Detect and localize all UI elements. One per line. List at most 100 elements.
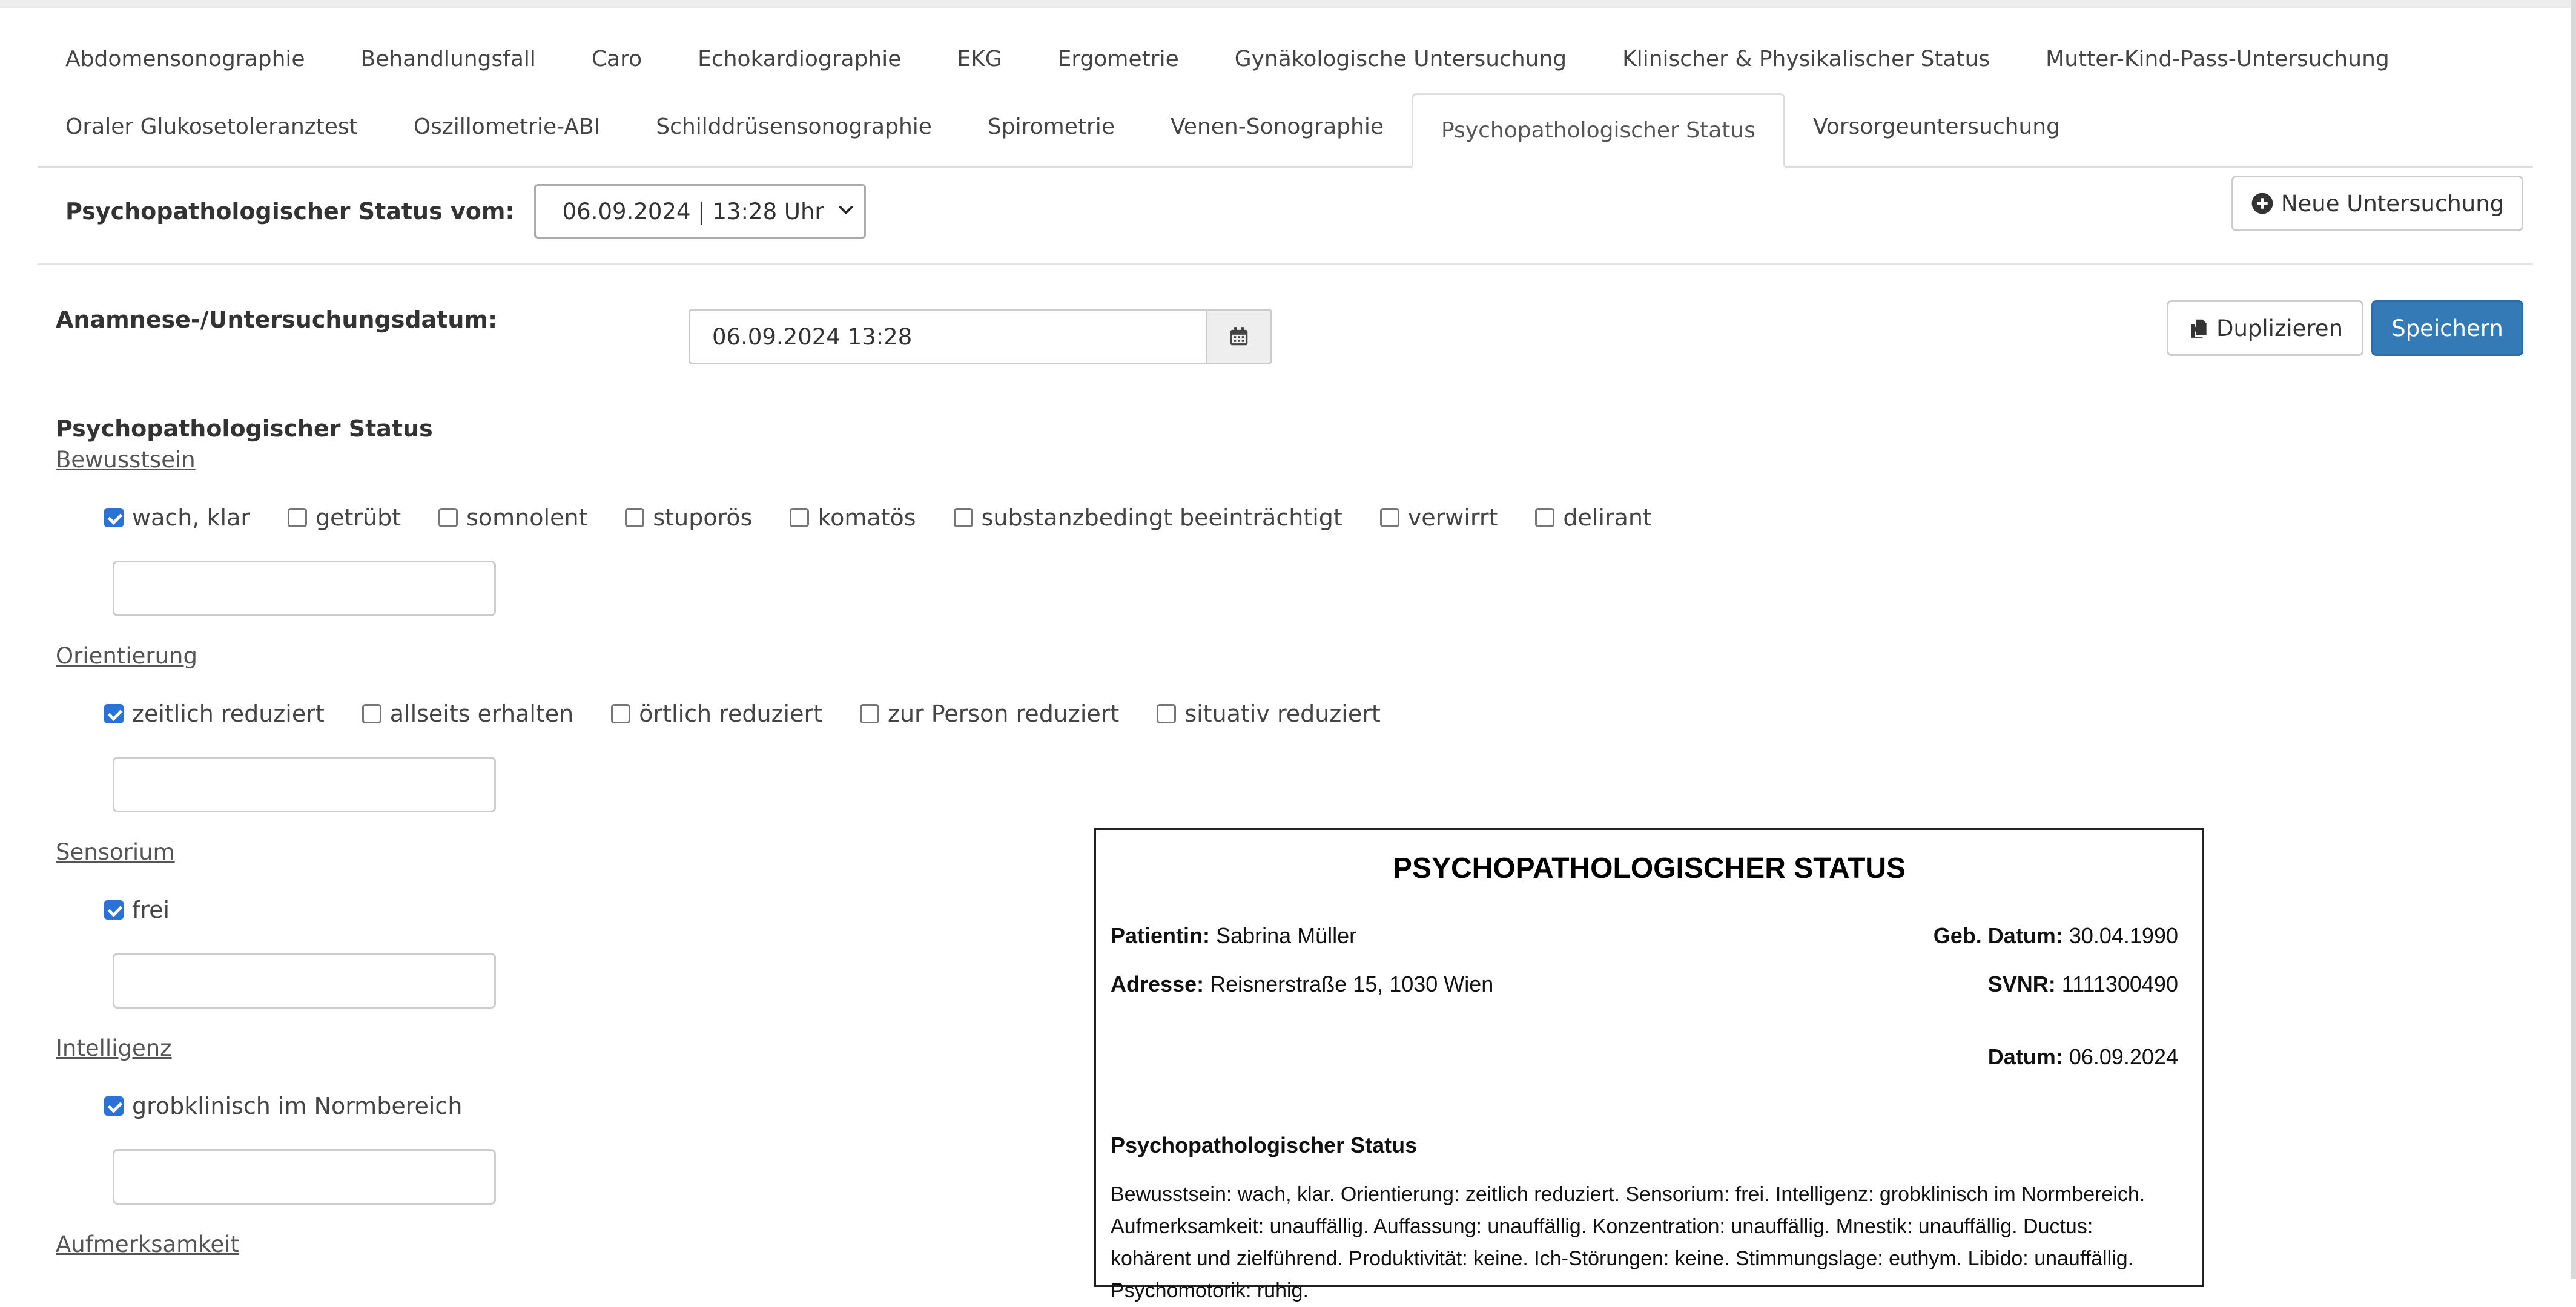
tab-mutter-kind-pass-untersuchung[interactable]: Mutter-Kind-Pass-Untersuchung [2018, 25, 2417, 92]
report-date-value: 06.09.2024 [2069, 1044, 2178, 1069]
checkbox-oertlich-reduziert-box[interactable] [611, 704, 631, 723]
tab-psychopathologischer-status[interactable]: Psychopathologischer Status [1411, 93, 1785, 168]
orientierung-options: zeitlich reduziert allseits erhalten ört… [104, 699, 1418, 729]
group-label-orientierung: Orientierung [56, 643, 197, 669]
checkbox-zeitlich-reduziert-box[interactable] [104, 704, 124, 723]
new-exam-button[interactable]: Neue Untersuchung [2231, 176, 2523, 231]
save-button[interactable]: Speichern [2371, 300, 2523, 356]
tab-caro[interactable]: Caro [564, 25, 670, 92]
calendar-button[interactable] [1206, 309, 1272, 364]
tab-oraler-glukosetoleranztest[interactable]: Oraler Glukosetoleranztest [38, 93, 386, 160]
report-patient: Patientin: Sabrina Müller [1111, 923, 1356, 949]
tab-vorsorgeuntersuchung[interactable]: Vorsorgeuntersuchung [1785, 93, 2088, 160]
bewusstsein-note-field[interactable] [113, 561, 496, 616]
checkbox-delirant-label: delirant [1563, 504, 1652, 531]
duplicate-button[interactable]: Duplizieren [2167, 300, 2363, 356]
new-exam-button-label: Neue Untersuchung [2280, 190, 2505, 217]
checkbox-substanzbedingt[interactable]: substanzbedingt beeinträchtigt [953, 504, 1342, 531]
tab-ekg[interactable]: EKG [929, 25, 1029, 92]
tab-echokardiographie[interactable]: Echokardiographie [670, 25, 929, 92]
exam-date-value: 06.09.2024 13:28 [712, 323, 913, 350]
tab-schilddruesensonographie[interactable]: Schilddrüsensonographie [628, 93, 960, 160]
scrollbar[interactable] [2571, 0, 2576, 1279]
checkbox-verwirrt-box[interactable] [1379, 508, 1399, 527]
tab-venen-sonographie[interactable]: Venen-Sonographie [1143, 93, 1412, 160]
orientierung-note-field[interactable] [113, 757, 496, 812]
report-svnr: SVNR: 1111300490 [1988, 972, 2178, 997]
group-label-sensorium: Sensorium [56, 839, 175, 865]
checkbox-komatoes-label: komatös [817, 504, 916, 531]
status-select-row: Psychopathologischer Status vom: 06.09.2… [65, 184, 866, 239]
checkbox-komatoes-box[interactable] [790, 508, 810, 527]
intelligenz-options: grobklinisch im Normbereich [104, 1091, 500, 1121]
checkbox-wach-klar-label: wach, klar [132, 504, 250, 531]
report-preview: PSYCHOPATHOLOGISCHER STATUS Patientin: S… [1094, 828, 2204, 1302]
tab-klinischer-physikalischer-status[interactable]: Klinischer & Physikalischer Status [1594, 25, 2018, 92]
checkbox-komatoes[interactable]: komatös [790, 504, 916, 531]
checkbox-substanzbedingt-box[interactable] [953, 508, 973, 527]
checkbox-frei-box[interactable] [104, 900, 124, 920]
checkbox-zeitlich-reduziert-label: zeitlich reduziert [132, 700, 325, 727]
checkbox-delirant-box[interactable] [1535, 508, 1555, 527]
checkbox-allseits-erhalten[interactable]: allseits erhalten [362, 700, 574, 727]
checkbox-getruebt-box[interactable] [287, 508, 307, 527]
checkbox-verwirrt[interactable]: verwirrt [1379, 504, 1498, 531]
tab-ergometrie[interactable]: Ergometrie [1030, 25, 1207, 92]
tab-spirometrie[interactable]: Spirometrie [960, 93, 1143, 160]
checkbox-frei[interactable]: frei [104, 897, 170, 923]
report-address-label: Adresse: [1111, 972, 1204, 996]
checkbox-stuporoes[interactable]: stuporös [625, 504, 752, 531]
tab-oszillometrie-abi[interactable]: Oszillometrie-ABI [386, 93, 628, 160]
checkbox-getruebt-label: getrübt [315, 504, 401, 531]
exam-date-input[interactable]: 06.09.2024 13:28 [689, 309, 1207, 364]
tab-behandlungsfall[interactable]: Behandlungsfall [333, 25, 564, 92]
exam-date-label: Anamnese-/Untersuchungsdatum: [56, 306, 498, 333]
checkbox-situativ-reduziert-box[interactable] [1157, 704, 1177, 723]
checkbox-wach-klar-box[interactable] [104, 508, 124, 527]
checkbox-stuporoes-box[interactable] [625, 508, 645, 527]
checkbox-zur-person-reduziert[interactable]: zur Person reduziert [860, 700, 1119, 727]
report-address-value: Reisnerstraße 15, 1030 Wien [1210, 972, 1494, 996]
checkbox-zur-person-reduziert-box[interactable] [860, 704, 880, 723]
duplicate-icon [2187, 317, 2210, 340]
plus-circle-icon [2251, 192, 2274, 215]
window-top-edge [0, 0, 2576, 8]
report-patient-name: Sabrina Müller [1216, 923, 1357, 948]
checkbox-allseits-erhalten-box[interactable] [362, 704, 381, 723]
divider [38, 263, 2533, 265]
tab-abdomensonographie[interactable]: Abdomensonographie [38, 25, 333, 92]
group-label-bewusstsein: Bewusstsein [56, 447, 196, 473]
report-svnr-value: 1111300490 [2061, 972, 2178, 996]
group-label-intelligenz: Intelligenz [56, 1035, 172, 1061]
checkbox-wach-klar[interactable]: wach, klar [104, 504, 250, 531]
checkbox-substanzbedingt-label: substanzbedingt beeinträchtigt [981, 504, 1342, 531]
tab-gynaekologische-untersuchung[interactable]: Gynäkologische Untersuchung [1207, 25, 1594, 92]
duplicate-button-label: Duplizieren [2216, 315, 2343, 341]
checkbox-somnolent-box[interactable] [438, 508, 458, 527]
status-date-select[interactable]: 06.09.2024 | 13:28 Uhr [533, 184, 866, 239]
report-svnr-label: SVNR: [1987, 972, 2056, 996]
report-title: PSYCHOPATHOLOGISCHER STATUS [1392, 852, 1906, 884]
checkbox-getruebt[interactable]: getrübt [287, 504, 401, 531]
checkbox-grobklinisch-box[interactable] [104, 1096, 124, 1116]
report-patient-label: Patientin: [1111, 923, 1210, 948]
checkbox-zeitlich-reduziert[interactable]: zeitlich reduziert [104, 700, 325, 727]
sensorium-options: frei [104, 895, 207, 925]
report-body: Bewusstsein: wach, klar. Orientierung: z… [1111, 1183, 2145, 1302]
form-section-title: Psychopathologischer Status [56, 415, 433, 442]
save-button-label: Speichern [2391, 315, 2503, 341]
checkbox-situativ-reduziert-label: situativ reduziert [1184, 700, 1381, 727]
checkbox-delirant[interactable]: delirant [1535, 504, 1652, 531]
intelligenz-note-field[interactable] [113, 1149, 496, 1205]
report-dob-value: 30.04.1990 [2069, 923, 2178, 948]
status-date-select-value: 06.09.2024 | 13:28 Uhr [562, 198, 824, 225]
sensorium-note-field[interactable] [113, 953, 496, 1009]
checkbox-oertlich-reduziert[interactable]: örtlich reduziert [611, 700, 822, 727]
checkbox-grobklinisch-label: grobklinisch im Normbereich [132, 1093, 463, 1119]
page: Abdomensonographie Behandlungsfall Caro … [0, 8, 2571, 1302]
checkbox-somnolent-label: somnolent [466, 504, 588, 531]
checkbox-grobklinisch-im-normbereich[interactable]: grobklinisch im Normbereich [104, 1093, 462, 1119]
checkbox-situativ-reduziert[interactable]: situativ reduziert [1157, 700, 1381, 727]
checkbox-somnolent[interactable]: somnolent [438, 504, 587, 531]
checkbox-allseits-erhalten-label: allseits erhalten [389, 700, 574, 727]
